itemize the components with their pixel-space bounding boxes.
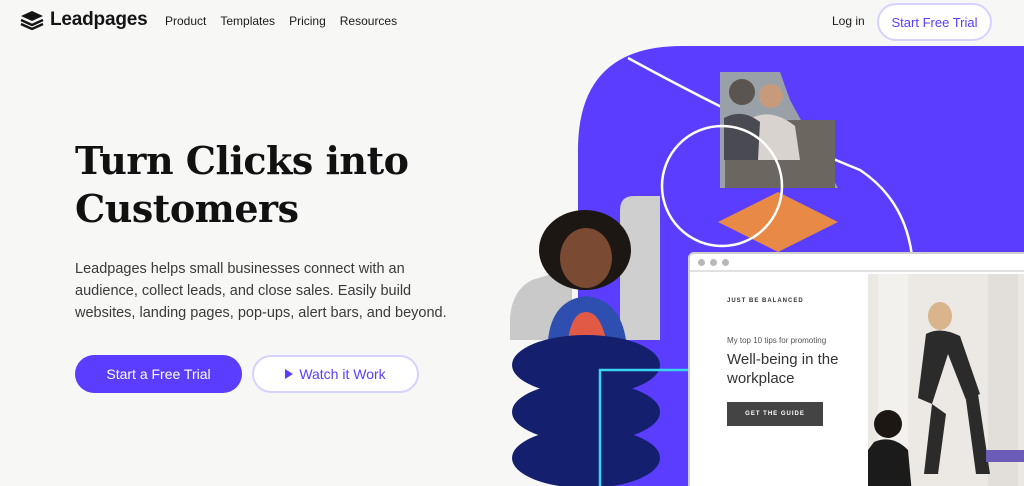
wellness-photo xyxy=(868,274,1024,486)
white-circle-outline xyxy=(660,124,784,248)
headline-line-1: Turn Clicks into xyxy=(75,138,409,183)
start-free-trial-label: Start a Free Trial xyxy=(106,366,211,382)
wellness-photo-art xyxy=(868,274,1024,486)
white-arc-line xyxy=(627,56,914,257)
layers-logo-icon xyxy=(20,11,44,30)
hero-subtext: Leadpages helps small businesses connect… xyxy=(75,261,447,321)
browser-toolbar xyxy=(690,254,1024,272)
brand-logo[interactable]: Leadpages xyxy=(20,9,148,31)
window-dot-icon xyxy=(722,258,729,266)
start-free-trial-header-button[interactable]: Start Free Trial xyxy=(877,3,992,41)
start-free-trial-button[interactable]: Start a Free Trial xyxy=(75,355,242,393)
hero-headline: Turn Clicks into Customers xyxy=(75,137,505,233)
navy-oval-1 xyxy=(512,335,660,395)
watch-it-work-label: Watch it Work xyxy=(299,366,386,382)
browser-preview-card: JUST BE BALANCED My top 10 tips for prom… xyxy=(688,252,1024,486)
window-dot-icon xyxy=(698,258,705,266)
orange-diamond xyxy=(718,192,838,252)
play-icon xyxy=(285,369,294,379)
nav-item-resources[interactable]: Resources xyxy=(340,14,397,28)
nav-item-product[interactable]: Product xyxy=(165,14,206,28)
woman-photo xyxy=(510,196,660,340)
nav-item-pricing[interactable]: Pricing xyxy=(289,14,326,28)
main-nav: Product Templates Pricing Resources xyxy=(165,14,397,28)
card-kicker: JUST BE BALANCED xyxy=(727,298,804,304)
window-dot-icon xyxy=(710,258,717,266)
card-title: Well-being in the workplace xyxy=(727,351,839,387)
login-link[interactable]: Log in xyxy=(832,14,865,28)
brand-name: Leadpages xyxy=(50,9,148,30)
headline-line-2: Customers xyxy=(75,186,299,231)
team-photo xyxy=(720,72,838,188)
navy-oval-2 xyxy=(512,382,660,442)
watch-it-work-button[interactable]: Watch it Work xyxy=(252,355,419,393)
get-the-guide-button: GET THE GUIDE xyxy=(727,402,823,426)
navy-oval-3 xyxy=(512,428,660,486)
card-small-text: My top 10 tips for promoting xyxy=(727,336,827,345)
nav-item-templates[interactable]: Templates xyxy=(220,14,275,28)
